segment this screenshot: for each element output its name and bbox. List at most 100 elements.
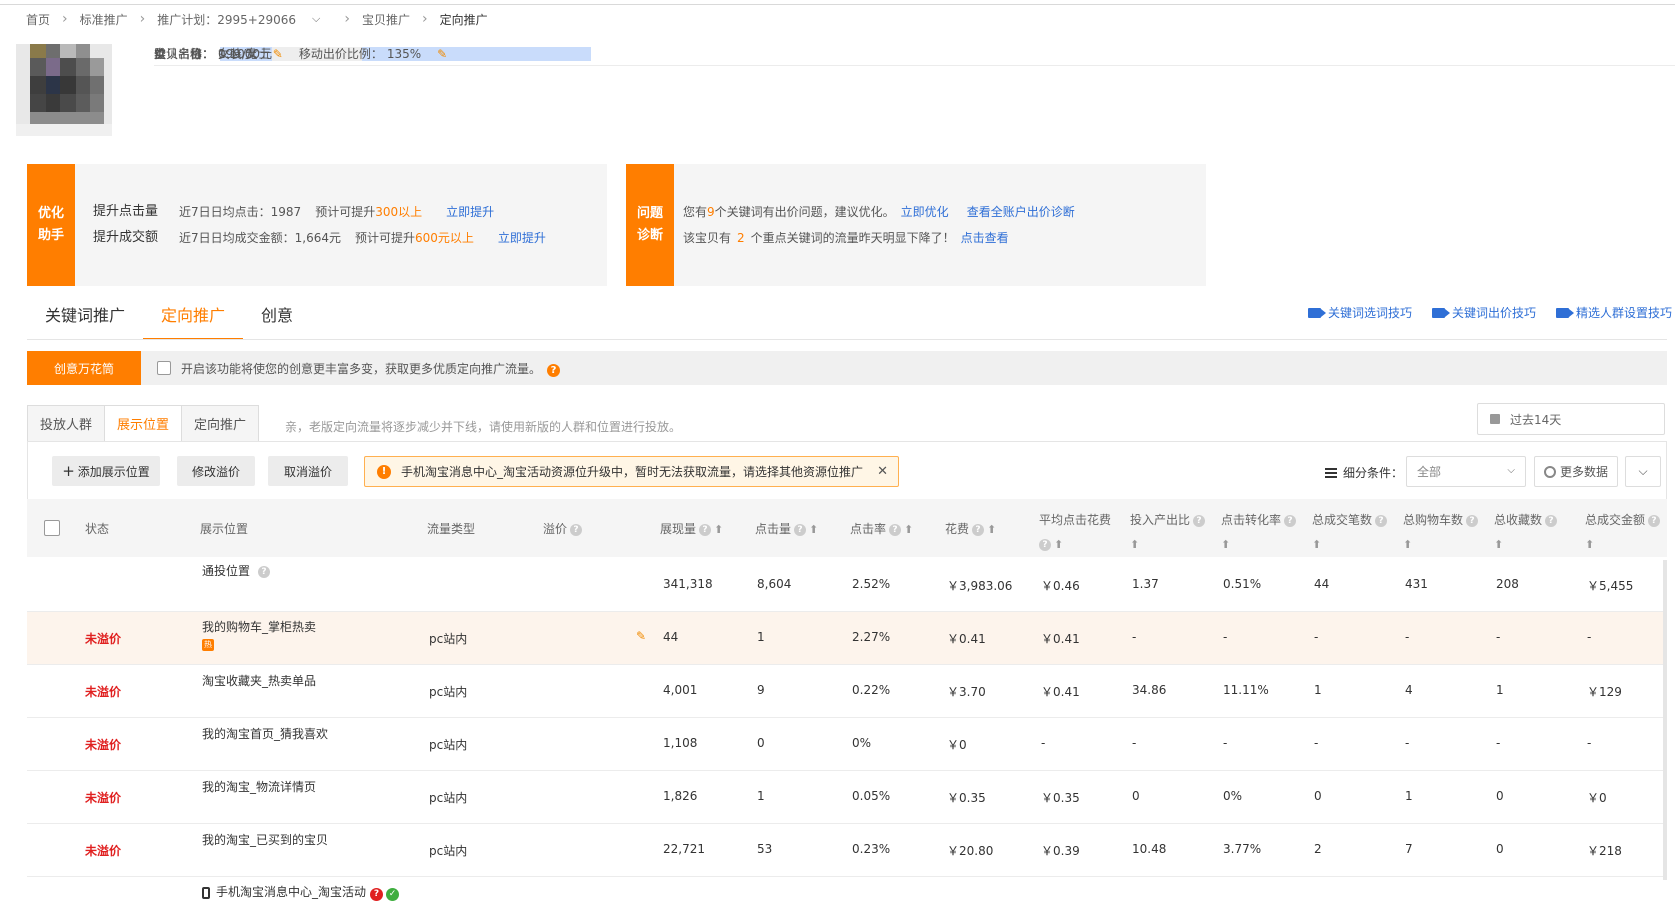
vertical-scrollbar[interactable]: [1663, 560, 1667, 880]
kaleidoscope-checkbox[interactable]: [157, 361, 171, 375]
view-details-link[interactable]: 点击查看: [961, 226, 1009, 250]
date-range-picker[interactable]: 过去14天: [1477, 403, 1665, 435]
clicks-cell: 53: [757, 842, 773, 856]
header-ctr[interactable]: 点击率? ⬆: [850, 520, 913, 537]
impressions-cell: 341,318: [663, 577, 713, 591]
header-gmv[interactable]: 总成交金额? ⬆: [1585, 508, 1661, 557]
help-icon[interactable]: ?: [1648, 514, 1661, 527]
ctr-cell: 0.05%: [852, 789, 891, 803]
more-data-button[interactable]: 更多数据: [1534, 456, 1618, 487]
boost-gmv-link[interactable]: 立即提升: [498, 226, 546, 250]
sort-arrow-icon[interactable]: ⬆: [904, 523, 913, 536]
sort-arrow-icon[interactable]: ⬆: [1312, 538, 1321, 551]
breadcrumb-plan[interactable]: 推广计划：2995+29066: [157, 11, 296, 28]
position-cell: 通投位置?: [202, 562, 271, 579]
boost-clicks-link[interactable]: 立即提升: [446, 200, 494, 224]
help-icon[interactable]: ?: [1284, 514, 1297, 527]
top-divider: [0, 4, 1675, 5]
sort-arrow-icon[interactable]: ⬆: [1221, 538, 1230, 551]
help-icon[interactable]: ?: [258, 565, 271, 578]
position-cell: 手机淘宝消息中心_淘宝活动? ✓: [202, 883, 400, 901]
header-favs[interactable]: 总收藏数? ⬆: [1494, 508, 1558, 557]
gmv-cell: ￥218: [1587, 844, 1622, 858]
sort-arrow-icon[interactable]: ⬆: [987, 523, 996, 536]
position-cell: 我的购物车_掌柜热卖热: [202, 619, 316, 651]
header-avg-cpc[interactable]: 平均点击花费? ⬆: [1039, 508, 1111, 557]
status-cell: 未溢价: [85, 791, 122, 805]
sort-arrow-icon[interactable]: ⬆: [1585, 538, 1594, 551]
help-icon[interactable]: ?: [1466, 514, 1479, 527]
clicks-cell: 0: [757, 736, 765, 750]
tip-audience-setting[interactable]: 精选人群设置技巧: [1556, 304, 1672, 321]
sort-arrow-icon[interactable]: ⬆: [1054, 538, 1063, 551]
diagnosis-tag: 问题 诊断: [626, 164, 674, 286]
header-clicks[interactable]: 点击量? ⬆: [755, 520, 818, 537]
edit-pencil-icon[interactable]: ✎: [273, 43, 283, 66]
tip-keyword-selection[interactable]: 关键词选词技巧: [1308, 304, 1412, 321]
position-text: 我的购物车_掌柜热卖: [202, 620, 317, 634]
help-icon[interactable]: ?: [1039, 538, 1051, 551]
assistant-tag-line2: 助手: [37, 228, 64, 243]
help-icon[interactable]: ?: [370, 888, 384, 901]
header-orders[interactable]: 总成交笔数? ⬆: [1312, 508, 1388, 557]
help-icon[interactable]: ?: [1375, 514, 1388, 527]
tab-keyword-promo[interactable]: 关键词推广: [27, 290, 143, 340]
help-icon[interactable]: ?: [699, 523, 712, 536]
header-roi[interactable]: 投入产出比? ⬆: [1130, 508, 1206, 557]
sort-arrow-icon[interactable]: ⬆: [714, 523, 723, 536]
subtab-audience[interactable]: 投放人群: [27, 405, 106, 441]
help-icon[interactable]: ?: [972, 523, 985, 536]
add-placement-button[interactable]: + 添加展示位置: [52, 456, 160, 486]
help-icon[interactable]: ?: [889, 523, 902, 536]
avg-cpc-cell: ￥0.46: [1041, 579, 1080, 593]
subtab-placement[interactable]: 展示位置: [104, 405, 183, 441]
tab-targeted-promo[interactable]: 定向推广: [143, 290, 244, 340]
gmv-cell: ￥0: [1587, 791, 1607, 805]
sort-arrow-icon[interactable]: ⬆: [1494, 538, 1503, 551]
modify-premium-button[interactable]: 修改溢价: [177, 456, 255, 486]
clicks-cell: 1: [757, 630, 765, 644]
help-icon[interactable]: ?: [1193, 514, 1206, 527]
help-icon[interactable]: ?: [547, 364, 561, 377]
traffic-cell: pc站内: [429, 844, 468, 858]
breadcrumb-current: 定向推广: [439, 12, 488, 27]
cancel-premium-button[interactable]: 取消溢价: [268, 456, 348, 486]
chevron-down-icon: ⌵: [1507, 465, 1515, 476]
breadcrumb-standard[interactable]: 标准推广: [80, 11, 128, 28]
account-diagnosis-link[interactable]: 查看全账户出价诊断: [967, 200, 1075, 224]
diag-row1-count: 9: [707, 205, 715, 219]
close-icon[interactable]: ✕: [877, 464, 888, 479]
edit-pencil-icon[interactable]: ✎: [636, 629, 646, 643]
optimize-now-link[interactable]: 立即优化: [901, 200, 949, 224]
tab-creative[interactable]: 创意: [243, 290, 311, 340]
subtab-targeted[interactable]: 定向推广: [181, 405, 260, 441]
sort-arrow-icon[interactable]: ⬆: [809, 523, 818, 536]
chevron-down-icon[interactable]: ⌵: [312, 12, 320, 26]
check-circle-icon: ✓: [386, 888, 400, 901]
carts-cell: 1: [1405, 789, 1413, 803]
help-icon[interactable]: ?: [794, 523, 807, 536]
sort-arrow-icon[interactable]: ⬆: [1403, 538, 1412, 551]
select-all-checkbox[interactable]: [44, 520, 60, 536]
tip-keyword-bidding[interactable]: 关键词出价技巧: [1432, 304, 1536, 321]
warning-icon: !: [377, 464, 391, 479]
sort-arrow-icon[interactable]: ⬆: [1130, 538, 1139, 551]
help-icon[interactable]: ?: [570, 523, 583, 536]
header-cost[interactable]: 花费? ⬆: [945, 520, 996, 537]
segment-select[interactable]: 全部 ⌵: [1406, 456, 1526, 487]
legacy-notice: 亲，老版定向流量将逐步减少并下线，请使用新版的人群和位置进行投放。: [285, 420, 682, 434]
edit-pencil-icon[interactable]: ✎: [437, 43, 447, 66]
hot-sale-icon: 热: [202, 639, 214, 651]
header-ctr-text: 点击率: [850, 522, 887, 536]
status-cell: 未溢价: [85, 844, 122, 858]
help-icon[interactable]: ?: [1545, 514, 1558, 527]
table-row: 通投位置? 341,318 8,604 2.52% ￥3,983.06 ￥0.4…: [27, 557, 1667, 612]
status-cell: 未溢价: [85, 632, 122, 646]
header-cvr[interactable]: 点击转化率? ⬆: [1221, 508, 1297, 557]
breadcrumb-item[interactable]: 宝贝推广: [362, 11, 410, 28]
breadcrumb-home[interactable]: 首页: [26, 11, 50, 28]
header-carts[interactable]: 总购物车数? ⬆: [1403, 508, 1479, 557]
expand-button[interactable]: ⌵: [1625, 456, 1661, 487]
diagnosis-tag-line1: 问题: [636, 206, 663, 221]
header-impressions[interactable]: 展现量? ⬆: [660, 520, 723, 537]
